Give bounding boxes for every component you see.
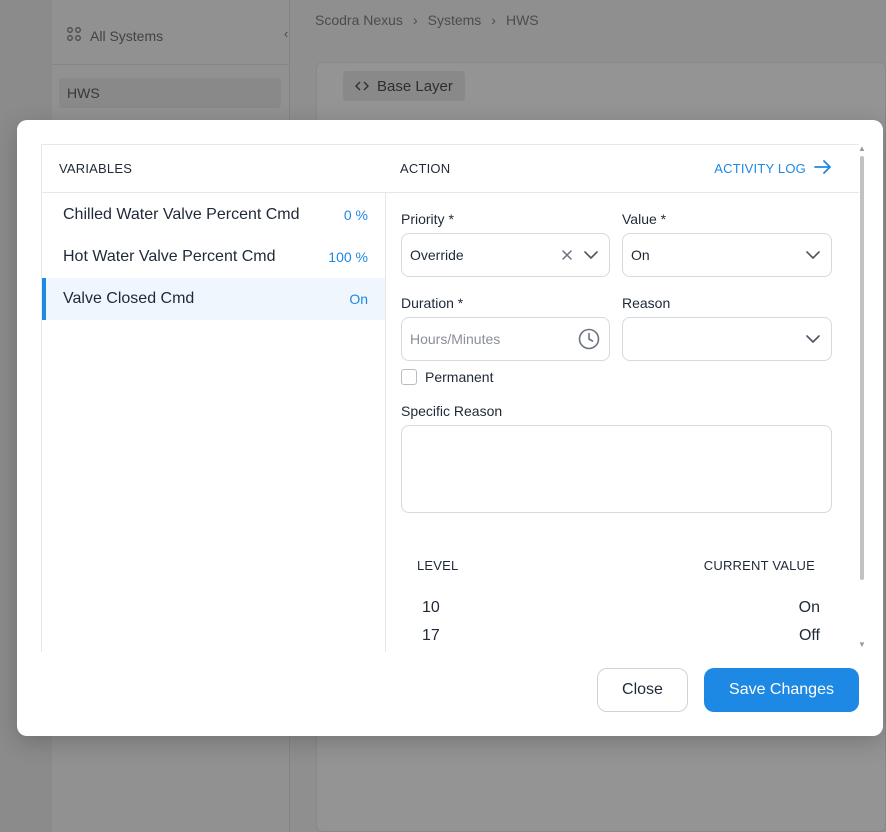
permanent-label: Permanent	[425, 369, 494, 385]
scroll-down-icon[interactable]: ▼	[858, 640, 866, 649]
reason-label: Reason	[622, 295, 671, 311]
current-value-cell: On	[798, 599, 820, 616]
modal-scrollbar[interactable]: ▲ ▼	[857, 144, 867, 652]
variable-name: Valve Closed Cmd	[63, 290, 195, 307]
scroll-up-icon[interactable]: ▲	[858, 144, 866, 153]
override-modal: VARIABLES ACTION ACTIVITY LOG Chilled Wa…	[17, 120, 883, 736]
variable-value: 100 %	[328, 249, 368, 265]
column-divider	[385, 193, 386, 652]
specific-reason-textarea[interactable]	[401, 425, 832, 513]
value-value: On	[631, 247, 650, 263]
variable-row[interactable]: Hot Water Valve Percent Cmd 100 %	[42, 236, 385, 278]
current-value-header: CURRENT VALUE	[703, 558, 815, 573]
priority-label: Priority *	[401, 211, 454, 227]
specific-reason-label: Specific Reason	[401, 403, 503, 419]
variable-name: Hot Water Valve Percent Cmd	[63, 248, 276, 265]
activity-log-label: ACTIVITY LOG	[714, 161, 806, 176]
duration-label: Duration *	[401, 295, 464, 311]
current-value-cell: Off	[798, 627, 820, 644]
variable-row-selected[interactable]: Valve Closed Cmd On	[42, 278, 385, 320]
priority-select[interactable]: Override	[401, 233, 610, 277]
activity-log-link[interactable]: ACTIVITY LOG	[714, 160, 832, 177]
action-header: ACTION ACTIVITY LOG	[385, 145, 859, 193]
close-button[interactable]: Close	[597, 668, 688, 712]
level-cell: 17	[422, 627, 440, 644]
action-header-label: ACTION	[400, 161, 451, 176]
duration-placeholder: Hours/Minutes	[410, 331, 501, 347]
duration-input[interactable]: Hours/Minutes	[401, 317, 610, 361]
save-changes-button[interactable]: Save Changes	[704, 668, 859, 712]
variable-value: On	[349, 291, 368, 307]
level-header: LEVEL	[417, 558, 459, 573]
value-select[interactable]: On	[622, 233, 832, 277]
clock-icon[interactable]	[577, 327, 601, 351]
chevron-down-icon[interactable]	[803, 329, 823, 349]
variable-value: 0 %	[343, 207, 368, 223]
value-label: Value *	[622, 211, 667, 227]
permanent-checkbox[interactable]	[401, 369, 417, 385]
scroll-thumb[interactable]	[860, 156, 864, 580]
variable-name: Chilled Water Valve Percent Cmd	[63, 206, 300, 223]
variable-row[interactable]: Chilled Water Valve Percent Cmd 0 %	[42, 194, 385, 236]
variables-header: VARIABLES	[42, 145, 385, 193]
clear-icon[interactable]	[557, 245, 577, 265]
variables-list: Chilled Water Valve Percent Cmd 0 % Hot …	[42, 194, 385, 320]
chevron-down-icon[interactable]	[581, 245, 601, 265]
reason-select[interactable]	[622, 317, 832, 361]
variables-header-label: VARIABLES	[59, 161, 133, 176]
priority-value: Override	[410, 247, 464, 263]
arrow-right-icon	[814, 160, 832, 177]
chevron-down-icon[interactable]	[803, 245, 823, 265]
level-cell: 10	[422, 599, 440, 616]
